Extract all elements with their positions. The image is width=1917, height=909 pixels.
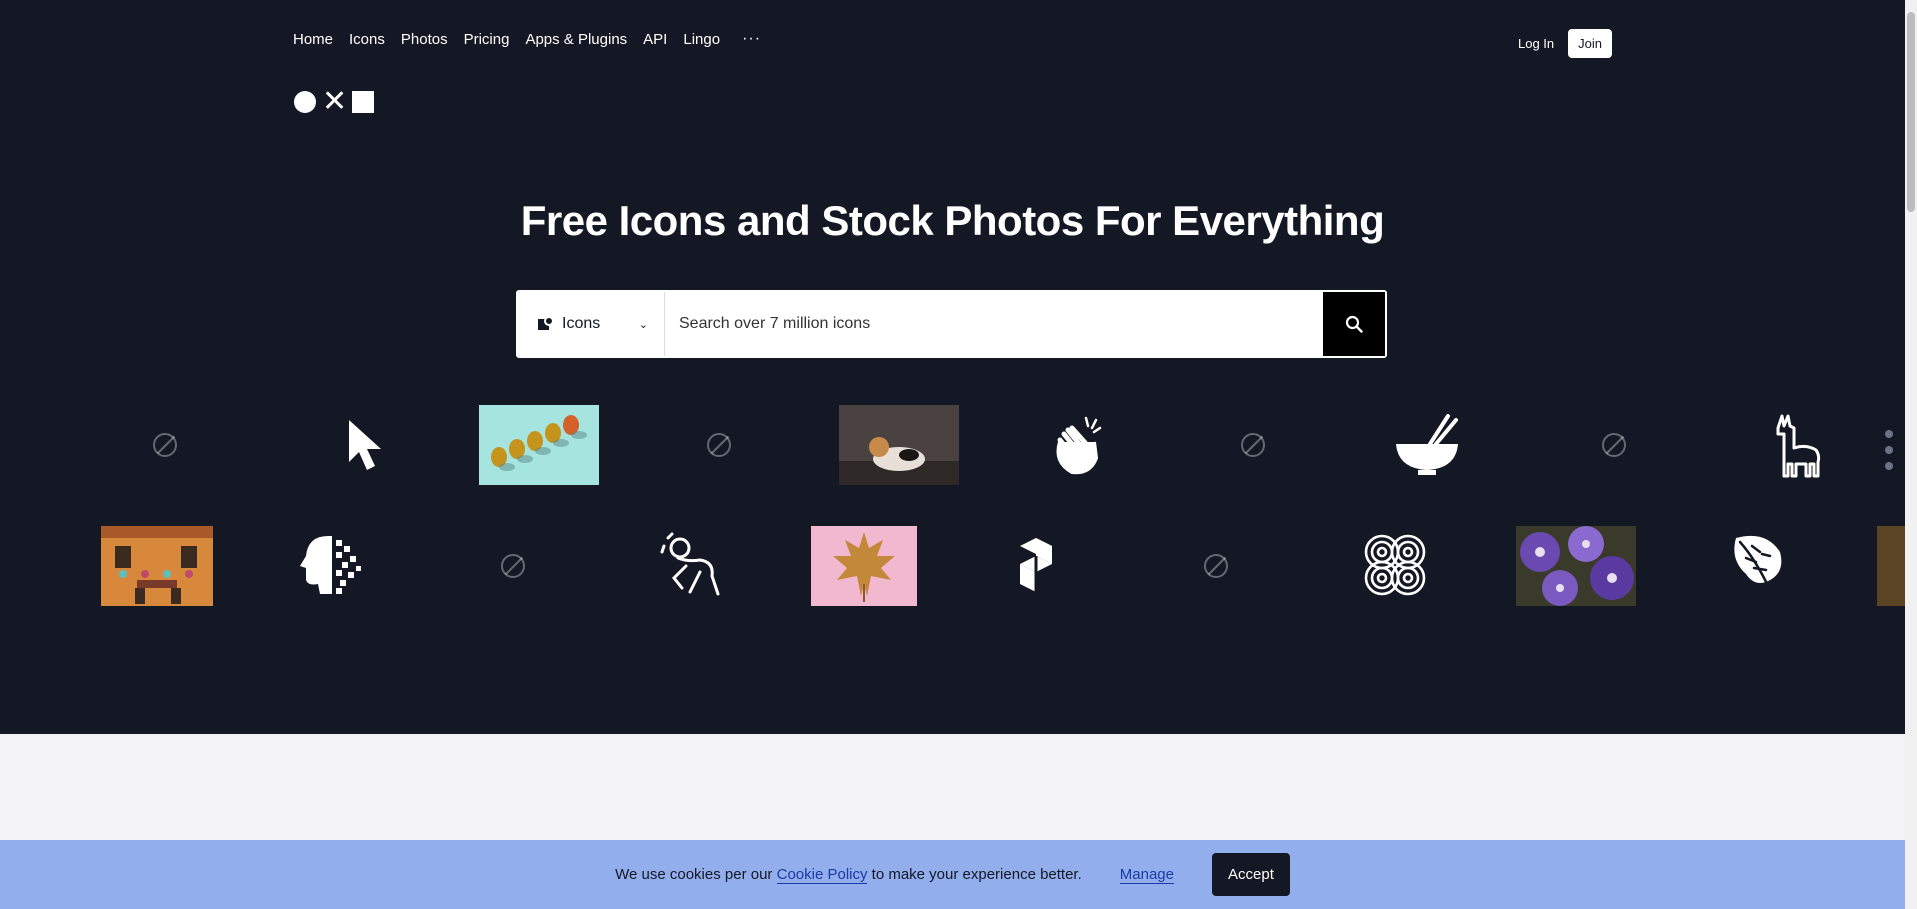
gallery-icon-cursor[interactable] <box>335 415 395 477</box>
gallery-icon-crouching[interactable] <box>660 532 726 598</box>
gallery-photo-blocked[interactable] <box>679 405 759 485</box>
gallery-photo-blocked[interactable] <box>1199 405 1307 485</box>
building-facade-photo <box>101 526 213 606</box>
nav-api[interactable]: API <box>643 31 667 48</box>
blocked-icon <box>501 554 525 578</box>
gallery-photo-blocked[interactable] <box>453 526 573 606</box>
gallery-icon-clapping[interactable] <box>1046 412 1110 478</box>
gallery-photo-blocked[interactable] <box>1156 526 1276 606</box>
icons-type-icon <box>538 316 554 332</box>
cookie-banner: We use cookies per our Cookie Policy to … <box>0 840 1905 909</box>
gallery-photo-leaf[interactable] <box>811 526 917 606</box>
chevron-down-icon: ⌄ <box>638 318 648 331</box>
manage-cookies-link[interactable]: Manage <box>1119 866 1174 884</box>
search-type-label: Icons <box>562 315 601 332</box>
nav-photos[interactable]: Photos <box>401 31 448 48</box>
gallery-photo-flowers[interactable] <box>1516 526 1636 606</box>
cookie-text-before: We use cookies per our <box>615 866 777 883</box>
llama-icon <box>1776 414 1821 478</box>
gallery-photo-blocked[interactable] <box>92 405 238 485</box>
pears-photo <box>491 415 587 471</box>
login-button[interactable]: Log In <box>1518 36 1554 51</box>
logo-square-icon <box>352 91 374 113</box>
crouching-figure-icon <box>660 532 720 596</box>
accept-cookies-button[interactable]: Accept <box>1212 853 1290 896</box>
cookie-policy-link[interactable]: Cookie Policy <box>776 866 868 884</box>
nav-apps-plugins[interactable]: Apps & Plugins <box>525 31 627 48</box>
join-button[interactable]: Join <box>1568 29 1612 58</box>
auth-buttons: Log In Join <box>1518 29 1612 58</box>
purple-flowers-photo <box>1516 526 1636 606</box>
blocked-icon <box>1204 554 1228 578</box>
gallery-icon-bowl[interactable] <box>1394 414 1460 476</box>
carousel-dot[interactable] <box>1885 446 1893 454</box>
blocked-icon <box>153 433 177 457</box>
nav-lingo[interactable]: Lingo <box>683 31 720 48</box>
logo-circle-icon <box>294 91 316 113</box>
autumn-leaf-photo <box>833 532 895 602</box>
blocked-icon <box>1241 433 1265 457</box>
more-menu-icon[interactable]: ··· <box>742 30 761 48</box>
clapping-hands-icon <box>1056 416 1102 475</box>
gallery-icon-monstera[interactable] <box>1726 530 1788 596</box>
gallery-photo-facade[interactable] <box>101 526 213 606</box>
cat-photo <box>839 405 959 485</box>
carousel-dot[interactable] <box>1885 430 1893 438</box>
carousel-dot[interactable] <box>1885 462 1893 470</box>
pixel-head-icon <box>300 536 361 594</box>
gallery-icon-llama[interactable] <box>1772 412 1824 480</box>
gallery-icon-spiral[interactable] <box>1362 532 1428 598</box>
top-nav: Home Icons Photos Pricing Apps & Plugins… <box>293 30 761 48</box>
gallery-photo-pears[interactable] <box>479 405 599 485</box>
search-input[interactable] <box>665 292 1323 356</box>
cookie-text-after: to make your experience better. <box>867 866 1082 883</box>
nav-pricing[interactable]: Pricing <box>464 31 510 48</box>
gallery-icon-pixel-head[interactable] <box>298 532 364 598</box>
logo[interactable]: ✕ <box>294 85 374 118</box>
nav-icons[interactable]: Icons <box>349 31 385 48</box>
logo-x-icon: ✕ <box>322 85 348 118</box>
page-scrollbar[interactable] <box>1905 0 1917 909</box>
gallery-icon-cubes[interactable] <box>1006 534 1066 596</box>
blocked-icon <box>707 433 731 457</box>
hero-section: Home Icons Photos Pricing Apps & Plugins… <box>0 0 1905 734</box>
nav-home[interactable]: Home <box>293 31 333 48</box>
blocked-icon <box>1602 433 1626 457</box>
carousel-dots <box>1885 430 1893 470</box>
search-type-dropdown[interactable]: Icons ⌄ <box>518 292 665 356</box>
gallery-photo-partial[interactable] <box>1877 526 1905 606</box>
page-title: Free Icons and Stock Photos For Everythi… <box>520 197 1385 244</box>
cookie-message: We use cookies per our Cookie Policy to … <box>615 866 1082 884</box>
search-bar: Icons ⌄ <box>516 290 1387 358</box>
scrollbar-thumb[interactable] <box>1907 12 1915 212</box>
search-icon <box>1345 315 1363 333</box>
gallery-photo-blocked[interactable] <box>1546 405 1682 485</box>
cursor-arrow-icon <box>349 420 381 470</box>
cube-steps-icon <box>1020 538 1052 592</box>
monstera-leaf-icon <box>1734 535 1782 592</box>
bowl-chopsticks-icon <box>1396 414 1458 475</box>
search-button[interactable] <box>1323 292 1385 356</box>
gallery-photo-cat[interactable] <box>839 405 959 485</box>
spiral-pattern-icon <box>1364 534 1426 596</box>
